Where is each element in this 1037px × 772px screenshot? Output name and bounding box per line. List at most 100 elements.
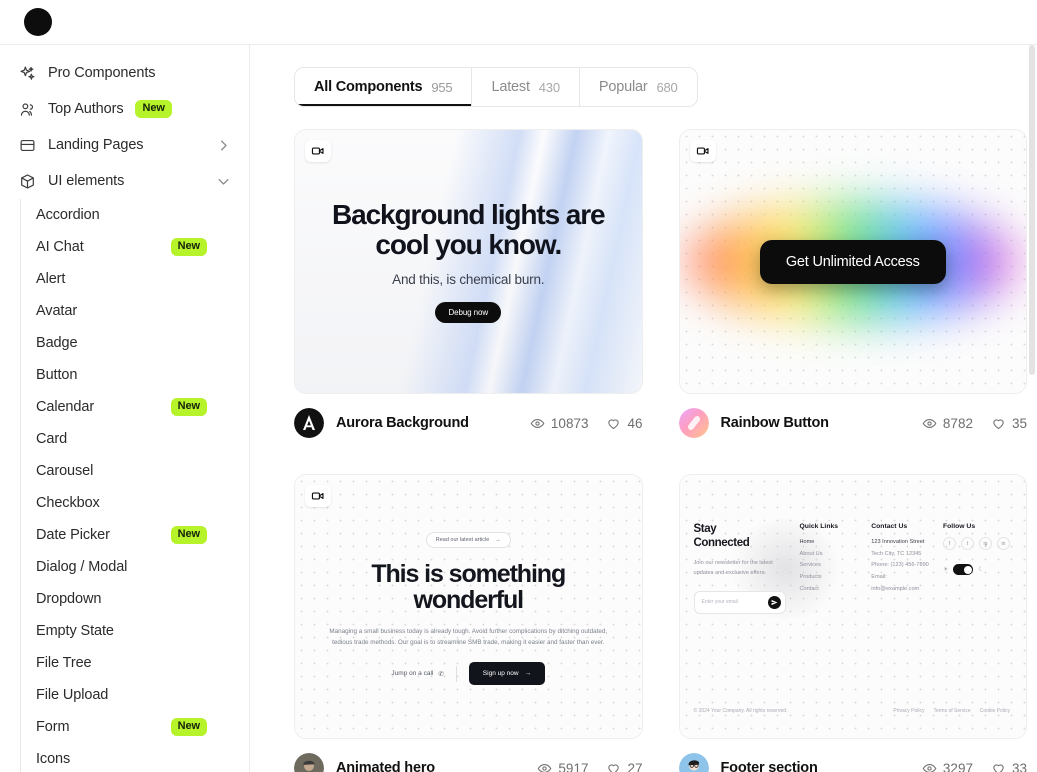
likes-stat[interactable]: 46 [606, 415, 643, 431]
card-preview[interactable]: Read our latest article → This is someth… [294, 474, 643, 739]
card-preview[interactable]: Stay Connected Join our newsletter for t… [678, 474, 1027, 739]
sidebar-item-pro-components[interactable]: Pro Components [0, 55, 249, 91]
avatar[interactable] [294, 408, 324, 438]
card-stats: 10873 46 [530, 416, 643, 431]
sidebar-item-file-upload[interactable]: File Upload [20, 679, 249, 711]
component-card-aurora-background[interactable]: Background lights are cool you know. And… [294, 129, 643, 438]
theme-toggle[interactable] [953, 564, 974, 575]
sun-icon: ☀ [943, 567, 949, 573]
get-unlimited-access-button[interactable]: Get Unlimited Access [759, 239, 946, 284]
likes-stat[interactable]: 33 [991, 761, 1027, 772]
privacy-policy-link[interactable]: Privacy Policy [893, 708, 924, 714]
sidebar-item-dialog-modal[interactable]: Dialog / Modal [20, 551, 249, 583]
likes-count: 27 [627, 760, 643, 772]
likes-count: 35 [1011, 415, 1027, 431]
sidebar-item-date-picker[interactable]: Date Picker New [20, 519, 249, 551]
eye-icon [530, 416, 545, 431]
list-item: 123 Innovation Street [871, 539, 925, 545]
list-item: Tech City, TC 12345 [871, 550, 922, 557]
sidebar-item-calendar[interactable]: Calendar New [20, 391, 249, 423]
list-item[interactable]: Products [800, 572, 858, 584]
card-preview[interactable]: Get Unlimited Access [678, 129, 1027, 394]
footer-brand-line2: Connected [693, 536, 750, 549]
list-item[interactable]: About Us [800, 549, 858, 561]
instagram-icon[interactable]: ig [979, 537, 992, 550]
video-icon[interactable] [689, 140, 716, 162]
card-footer: Animated hero 5917 27 [294, 753, 643, 772]
list-item[interactable]: Home [800, 537, 858, 549]
terms-of-service-link[interactable]: Terms of Service [933, 708, 970, 714]
tab-popular[interactable]: Popular 680 [579, 68, 697, 106]
sidebar-item-accordion[interactable]: Accordion [20, 199, 249, 231]
twitter-icon[interactable]: t [961, 537, 974, 550]
tab-all-components[interactable]: All Components 955 [295, 68, 473, 106]
likes-stat[interactable]: 35 [991, 416, 1027, 431]
newsletter-submit-button[interactable] [767, 595, 781, 609]
sidebar-item-form[interactable]: Form New [20, 711, 249, 743]
sidebar-item-button[interactable]: Button [20, 359, 249, 391]
hero-article-pill[interactable]: Read our latest article → [425, 531, 511, 548]
page-scrollbar[interactable] [1029, 45, 1035, 772]
sidebar-item-dropdown[interactable]: Dropdown [20, 583, 249, 615]
newsletter-email-input[interactable]: Enter your email [693, 590, 786, 614]
footer-bottom-bar: © 2024 Your Company. All rights reserved… [694, 708, 1011, 714]
sidebar-subitem-label: File Upload [36, 687, 109, 703]
likes-stat[interactable]: 27 [606, 760, 643, 772]
card-stats: 8782 35 [922, 416, 1027, 431]
component-card-animated-hero[interactable]: Read our latest article → This is someth… [294, 474, 643, 772]
footer-brand-column: Stay Connected Join our newsletter for t… [693, 523, 786, 738]
list-item[interactable]: Contact [800, 584, 858, 596]
sidebar-item-ai-chat[interactable]: AI Chat New [20, 231, 249, 263]
body-row: Pro Components Top Authors New Landing P… [0, 45, 1037, 772]
hero-heading-line1: This is something [371, 559, 566, 588]
sidebar-subitem-label: Avatar [36, 303, 78, 319]
footer-copyright: © 2024 Your Company. All rights reserved… [693, 708, 788, 714]
card-preview[interactable]: Background lights are cool you know. And… [294, 129, 643, 394]
footer-follow-column: Follow Us f t ig in ☀ ☾ [943, 523, 1010, 738]
chevron-right-icon[interactable] [216, 138, 231, 153]
sidebar-item-checkbox[interactable]: Checkbox [20, 487, 249, 519]
sidebar-item-ui-elements[interactable]: UI elements [0, 163, 249, 199]
avatar[interactable] [678, 408, 709, 438]
sidebar-subitem-label: Card [36, 431, 68, 447]
component-card-rainbow-button[interactable]: Get Unlimited Access Rainbow Button 8782… [678, 129, 1027, 438]
sidebar-item-alert[interactable]: Alert [20, 263, 249, 295]
hero-signup-button[interactable]: Sign up now → [468, 662, 546, 686]
sidebar-subitem-label: Empty State [36, 623, 114, 639]
sidebar-item-card[interactable]: Card [20, 423, 249, 455]
scrollbar-thumb[interactable] [1029, 45, 1035, 375]
video-icon[interactable] [305, 140, 331, 162]
heart-icon [991, 761, 1006, 772]
likes-count: 46 [627, 415, 643, 431]
sidebar-item-carousel[interactable]: Carousel [20, 455, 249, 487]
layout-icon [18, 136, 36, 154]
card-footer: Rainbow Button 8782 35 [678, 408, 1027, 438]
avatar[interactable] [678, 753, 709, 772]
footer-col2-title: Quick Links [799, 523, 839, 530]
aurora-debug-button[interactable]: Debug now [435, 302, 502, 324]
brand-logo-dot[interactable] [24, 8, 52, 36]
sidebar-item-icons[interactable]: Icons [20, 743, 249, 772]
video-icon[interactable] [305, 485, 331, 507]
aurora-heading-line2: cool you know. [375, 229, 562, 260]
component-card-footer-section[interactable]: Stay Connected Join our newsletter for t… [678, 474, 1027, 772]
list-item[interactable]: Services [800, 560, 858, 572]
avatar[interactable] [294, 753, 324, 772]
sidebar-item-landing-pages[interactable]: Landing Pages [0, 127, 249, 163]
footer-brand-title: Stay Connected [694, 523, 786, 550]
sidebar-subitem-label: Dialog / Modal [36, 559, 128, 575]
sidebar-item-top-authors[interactable]: Top Authors New [0, 91, 249, 127]
sidebar-item-file-tree[interactable]: File Tree [20, 647, 249, 679]
cookie-policy-link[interactable]: Cookie Policy [980, 708, 1010, 714]
hero-ghost-button[interactable]: Jump on a call ✆ [391, 670, 443, 678]
facebook-icon[interactable]: f [943, 537, 956, 550]
tab-latest[interactable]: Latest 430 [472, 68, 580, 106]
sidebar-item-badge[interactable]: Badge [20, 327, 249, 359]
chevron-down-icon[interactable] [216, 174, 231, 189]
linkedin-icon[interactable]: in [997, 537, 1010, 550]
sidebar-item-avatar[interactable]: Avatar [20, 295, 249, 327]
sidebar-subitem-label: Calendar [36, 399, 95, 415]
sidebar-subitem-label: Carousel [36, 463, 94, 479]
sidebar-item-empty-state[interactable]: Empty State [20, 615, 249, 647]
sidebar-subitem-label: AI Chat [36, 239, 84, 255]
